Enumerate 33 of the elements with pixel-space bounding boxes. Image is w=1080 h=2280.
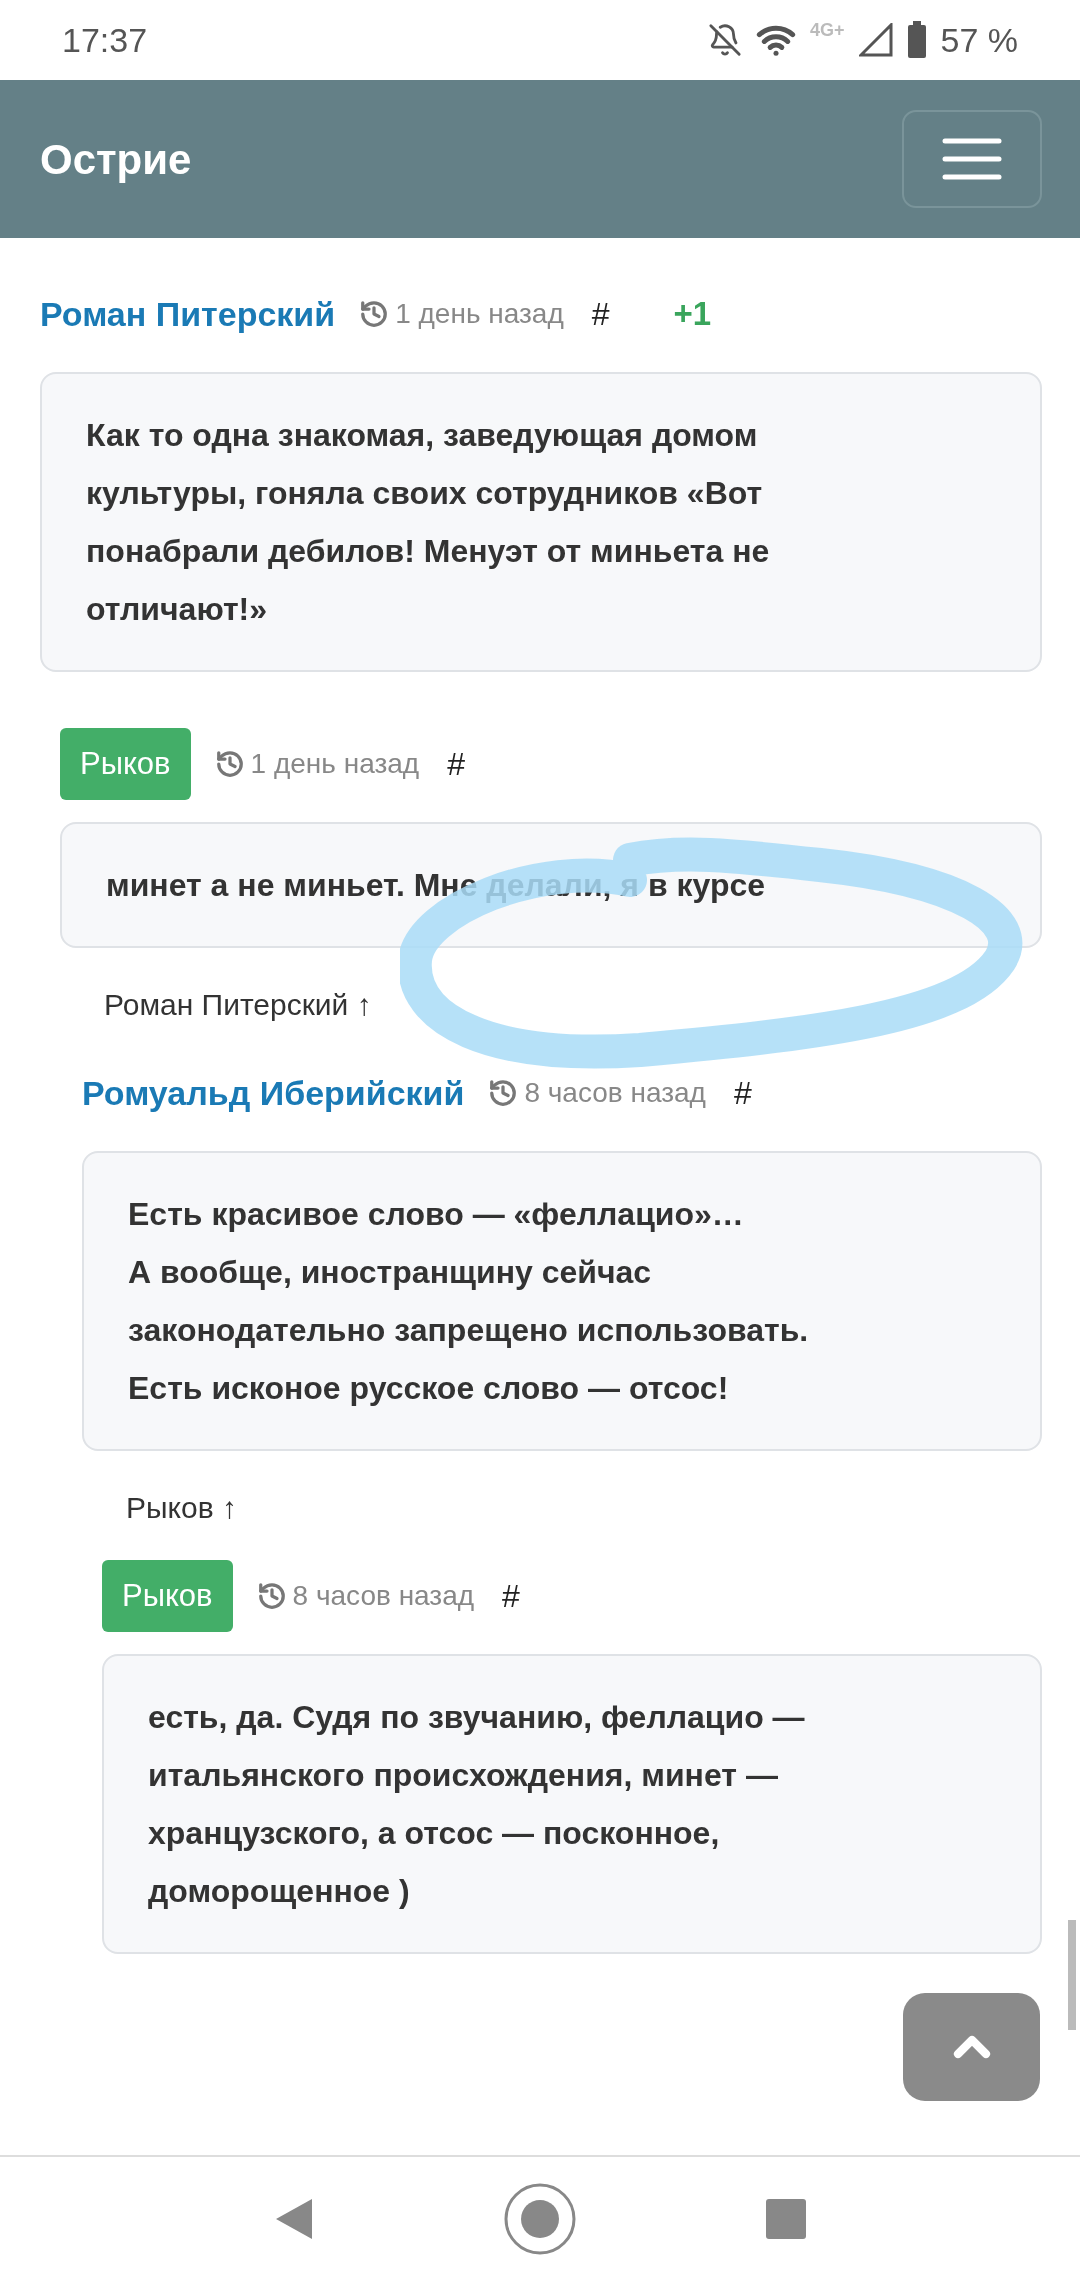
battery-icon [906,21,927,59]
anchor-link[interactable]: # [733,1069,752,1117]
comment-text: есть, да. Судя по звучанию, феллацио — итальянского происхождения, минет — хранцузского, а отсос — посконное, доморощенное ) [148,1698,806,1911]
anchor-link[interactable]: # [502,1572,520,1620]
comment-time: 1 день назад [250,747,420,781]
author-link[interactable]: Роман Питерский [40,288,336,340]
menu-button[interactable] [902,110,1042,208]
network-label: 4G+ [809,18,845,42]
comment-time: 8 часов назад [292,1579,475,1613]
comment-time: 8 часов назад [524,1076,706,1110]
back-icon[interactable] [274,2196,315,2241]
comment-time: 1 день назад [395,297,564,331]
history-icon [214,749,245,779]
signal-icon [858,23,893,57]
history-icon [256,1581,287,1611]
comment-text: Как то одна знакомая, заведующая домом культуры, гоняла своих сотрудников «Вот понабрали дебилов! Менуэт от миньета не отличают!» [86,416,771,629]
history-icon [359,299,390,329]
anchor-link[interactable]: # [447,740,465,788]
bell-off-icon [707,23,742,57]
scroll-top-button[interactable] [903,1993,1040,2101]
parent-link[interactable]: Рыков ↑ [126,1485,237,1530]
status-time: 17:37 [62,19,148,61]
site-title: Острие [40,134,192,185]
battery-level: 57 % [940,19,1018,61]
menu-icon [942,138,1002,180]
comment-score: +1 [673,294,712,335]
author-link[interactable]: Ромуальд Иберийский [82,1067,465,1119]
anchor-link[interactable]: # [591,290,610,338]
home-icon[interactable] [503,2181,577,2256]
comment-text: Есть красивое слово — «феллацио»… А вообще, иностранщину сейчас законодательно запрещено использовать. Есть исконое русское слово — отсос! [128,1195,810,1408]
history-icon [488,1078,519,1108]
recents-icon[interactable] [765,2198,806,2239]
parent-link[interactable]: Роман Питерский ↑ [104,982,372,1027]
